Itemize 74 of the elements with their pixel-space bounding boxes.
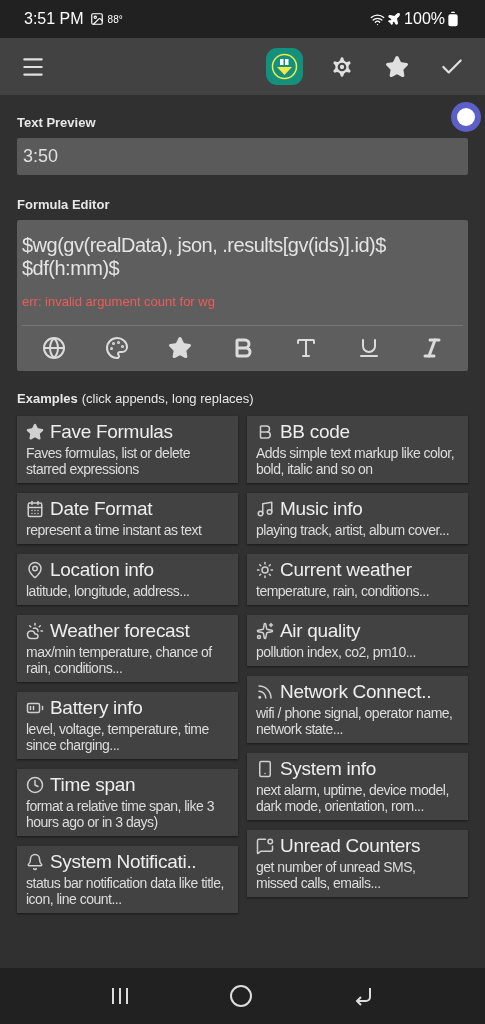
example-card[interactable]: BB code Adds simple text markup like color, bold, italic and so on xyxy=(247,416,468,483)
battery-icon xyxy=(445,11,461,27)
formula-text: $wg(gv(realData), json, .results[gv(ids)].id)$ $df(h:mm)$ xyxy=(22,234,387,280)
floating-bubble[interactable] xyxy=(451,102,481,132)
card-description: temperature, rain, conditions... xyxy=(256,583,431,599)
example-card[interactable]: Location info latitude, longitude, address... xyxy=(17,554,238,605)
card-title: Air quality xyxy=(280,619,361,643)
card-description: Faves formulas, list or delete starred expressions xyxy=(26,445,191,477)
card-title: Location info xyxy=(50,558,154,582)
section-label: Text Preview xyxy=(17,114,97,132)
card-title: System Notificati.. xyxy=(50,850,197,874)
card-description: status bar notification data like title, icon, line count... xyxy=(26,875,225,907)
card-title: Time span xyxy=(50,773,136,797)
section-label: Examples xyxy=(17,389,78,408)
example-card[interactable]: Unread Counters get number of unread SMS, missed calls, emails... xyxy=(247,830,468,897)
example-card[interactable]: Air quality pollution index, co2, pm10... xyxy=(247,615,468,666)
card-description: next alarm, uptime, device model, dark mode, orientation, rom... xyxy=(256,782,450,814)
card-title: Unread Counters xyxy=(280,834,421,858)
card-title: BB code xyxy=(280,420,350,444)
battery-percent: 100% xyxy=(404,9,445,29)
example-card[interactable]: Network Connect.. wifi / phone signal, operator name, network state... xyxy=(247,676,468,743)
card-title: System info xyxy=(280,757,376,781)
signal-icon xyxy=(256,683,274,701)
example-card[interactable]: Fave Formulas Faves formulas, list or delete starred expressions xyxy=(17,416,238,483)
card-description: max/min temperature, chance of rain, conditions... xyxy=(26,644,214,676)
sun-icon xyxy=(256,561,274,579)
bell-icon xyxy=(26,853,44,871)
recent-apps-icon[interactable] xyxy=(109,986,130,1006)
calendar-icon xyxy=(26,500,44,518)
card-description: format a relative time span, like 3 hours ago or in 3 days) xyxy=(26,798,215,830)
card-title: Date Format xyxy=(50,497,153,521)
card-description: wifi / phone signal, operator name, network state... xyxy=(256,705,454,737)
card-description: level, voltage, temperature, time since charging... xyxy=(26,721,210,753)
example-card[interactable]: Date Format represent a time instant as text xyxy=(17,493,238,544)
card-title: Weather forecast xyxy=(50,619,190,643)
airplane-icon xyxy=(387,12,402,26)
example-card[interactable]: System Notificati.. status bar notification data like title, icon, line count... xyxy=(17,846,238,913)
card-description: latitude, longitude, address... xyxy=(26,583,191,599)
example-card[interactable]: Time span format a relative time span, like 3 hours ago or in 3 days) xyxy=(17,769,238,836)
card-title: Music info xyxy=(280,497,363,521)
card-title: Current weather xyxy=(280,558,412,582)
music-note-icon xyxy=(256,500,274,518)
section-hint: (click appends, long replaces) xyxy=(81,389,254,408)
card-description: playing track, artist, album cover... xyxy=(256,522,451,538)
example-card[interactable]: Current weather temperature, rain, conditions... xyxy=(247,554,468,605)
section-label: Formula Editor xyxy=(17,195,111,214)
text-preview-field[interactable]: 3:50 xyxy=(17,137,468,175)
card-description: Adds simple text markup like color, bold, italic and so on xyxy=(256,445,456,477)
home-icon[interactable] xyxy=(229,984,254,1008)
status-temperature: 88° xyxy=(107,12,123,27)
star-icon[interactable] xyxy=(167,336,192,360)
cloud-sun-icon xyxy=(26,622,44,640)
card-title: Network Connect.. xyxy=(280,680,432,704)
map-pin-icon xyxy=(26,561,44,579)
card-description: pollution index, co2, pm10... xyxy=(256,644,417,660)
status-time: 3:51 PM xyxy=(24,9,84,29)
card-description: represent a time instant as text xyxy=(26,522,203,538)
example-card[interactable]: System info next alarm, uptime, device model, dark mode, orientation, rom... xyxy=(247,753,468,820)
globe-icon[interactable] xyxy=(41,336,66,360)
example-card[interactable]: Battery info level, voltage, temperature, time since charging... xyxy=(17,692,238,759)
example-card[interactable]: Music info playing track, artist, album cover... xyxy=(247,493,468,544)
card-title: Fave Formulas xyxy=(50,420,173,444)
star-icon[interactable] xyxy=(385,54,409,79)
card-title: Battery info xyxy=(50,696,143,720)
clock-icon xyxy=(26,776,44,794)
star-icon xyxy=(26,423,44,441)
app-logo-icon[interactable] xyxy=(266,48,303,85)
example-card[interactable]: Weather forecast max/min temperature, chance of rain, conditions... xyxy=(17,615,238,682)
card-description: get number of unread SMS, missed calls, emails... xyxy=(256,859,417,891)
error-message: err: invalid argument count for wg xyxy=(22,293,216,311)
image-icon xyxy=(89,12,104,26)
palette-icon[interactable] xyxy=(104,336,129,360)
wifi-icon xyxy=(370,11,386,27)
formula-editor[interactable]: $wg(gv(realData), json, .results[gv(ids)].id)$ $df(h:mm)$ err: invalid argument count for wg xyxy=(17,220,468,371)
